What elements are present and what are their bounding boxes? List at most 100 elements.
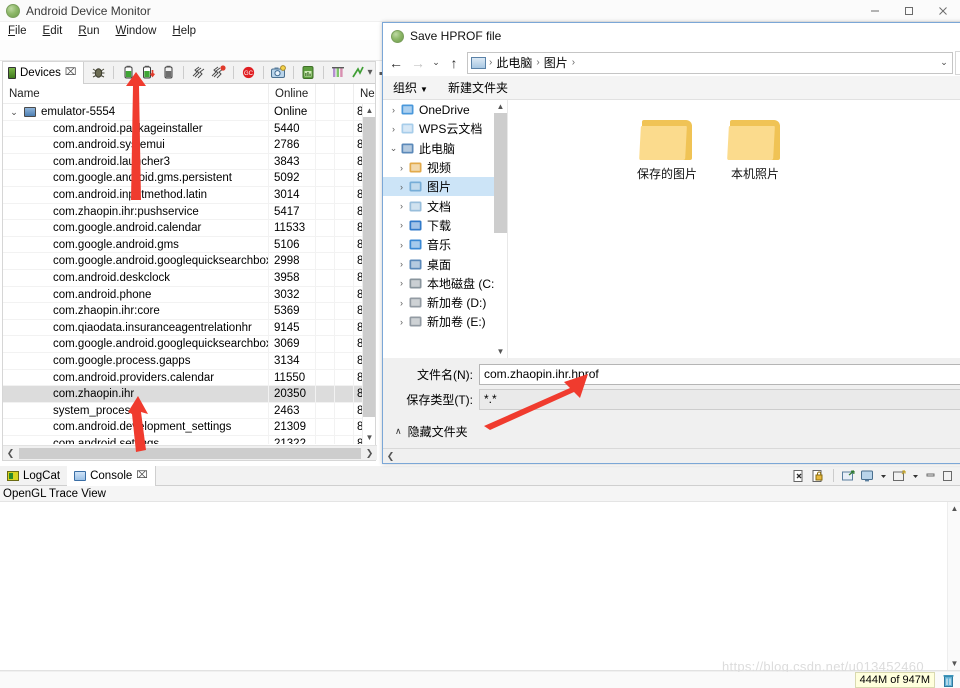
up-button[interactable]: ↑ (443, 52, 465, 74)
nav-tree-item-drive[interactable]: › 新加卷 (E:) (383, 312, 507, 331)
filename-input[interactable]: com.zhaopin.ihr.hprof (479, 364, 960, 385)
scrollbar-thumb[interactable] (494, 113, 507, 233)
nav-tree-item-wps-cloud[interactable]: › WPS云文档 (383, 119, 507, 138)
table-row[interactable]: com.android.inputmethod.latin301486( (3, 186, 375, 204)
folder-item[interactable]: 本机照片 (712, 118, 798, 182)
twisty-icon[interactable]: › (395, 220, 408, 230)
tree-view-icon[interactable] (350, 64, 367, 81)
chevron-down-icon[interactable]: ⌄ (936, 57, 952, 68)
heap-status[interactable]: 444M of 947M (854, 672, 935, 688)
scroll-up-icon[interactable]: ▲ (948, 502, 960, 515)
open-console-dropdown-icon[interactable] (911, 469, 920, 483)
dump-hprof-file-icon[interactable] (140, 64, 157, 81)
scrollbar-thumb[interactable] (363, 117, 375, 417)
column-header-online[interactable]: Online (268, 84, 315, 103)
update-heap-icon[interactable] (120, 64, 137, 81)
scroll-left-icon[interactable]: ❮ (383, 449, 398, 464)
stop-method-profiling-icon[interactable] (210, 64, 227, 81)
maximize-icon[interactable] (941, 469, 954, 483)
screen-capture-icon[interactable] (270, 64, 287, 81)
menu-edit[interactable]: Edit (35, 22, 71, 40)
table-row[interactable]: com.android.packageinstaller544086( (3, 120, 375, 138)
twisty-icon[interactable]: ⌄ (387, 143, 400, 154)
console-vertical-scrollbar[interactable]: ▲ ▼ (947, 502, 960, 670)
twisty-icon[interactable]: › (387, 124, 400, 134)
table-row[interactable]: com.google.android.gms.persistent509286( (3, 170, 375, 187)
nav-tree-item-desktop[interactable]: › 桌面 (383, 254, 507, 273)
display-dropdown-icon[interactable] (879, 469, 888, 483)
table-row[interactable]: com.android.phone303286· (3, 286, 375, 304)
table-row[interactable]: com.google.android.googlequicksearchbox:… (3, 253, 375, 270)
hide-folders-toggle[interactable]: ∧ 隐藏文件夹 (383, 416, 960, 442)
table-row[interactable]: com.android.development_settings2130986· (3, 419, 375, 436)
back-button[interactable]: ← (385, 52, 407, 74)
table-row[interactable]: com.zhaopin.ihr:pushservice541786( (3, 203, 375, 221)
display-selected-console-icon[interactable] (860, 469, 875, 483)
table-row[interactable]: com.google.android.gms510686( (3, 236, 375, 254)
file-list-pane[interactable]: 保存的图片 本机照片 (508, 100, 960, 358)
column-header-a[interactable] (315, 84, 334, 103)
open-console-icon[interactable] (892, 469, 907, 483)
chevron-down-icon[interactable]: ⌄ (9, 104, 19, 120)
minimize-icon[interactable] (924, 469, 937, 483)
dialog-horizontal-scrollbar[interactable]: ❮ ❯ (383, 448, 960, 463)
breadcrumb-this-pc[interactable]: 此电脑 (493, 54, 535, 71)
tab-logcat[interactable]: LogCat (0, 466, 67, 486)
table-row[interactable]: com.google.android.calendar1153386( (3, 220, 375, 237)
nav-tree-item-downloads[interactable]: › 下载 (383, 216, 507, 235)
minimize-button[interactable] (858, 0, 892, 22)
scroll-down-icon[interactable]: ▼ (363, 431, 375, 444)
table-row[interactable]: com.google.android.googlequicksearchbox:… (3, 336, 375, 353)
nav-tree-item-pictures[interactable]: › 图片 (383, 177, 507, 197)
table-row[interactable]: com.android.deskclock395886· (3, 269, 375, 287)
twisty-icon[interactable]: › (395, 240, 408, 250)
refresh-button[interactable]: ↻ (955, 50, 960, 75)
twisty-icon[interactable]: › (395, 259, 408, 269)
scroll-right-icon[interactable]: ❯ (362, 446, 377, 461)
table-row[interactable]: system_process246386· (3, 402, 375, 420)
organize-button[interactable]: 组织 ▼ (383, 79, 438, 96)
folder-item[interactable]: 保存的图片 (624, 118, 710, 182)
column-header-net[interactable]: Ne (353, 84, 375, 103)
system-information-icon[interactable] (300, 64, 317, 81)
stop-process-icon[interactable] (160, 64, 177, 81)
menu-run[interactable]: Run (70, 22, 107, 40)
twisty-icon[interactable]: › (387, 105, 400, 115)
twisty-icon[interactable]: › (395, 317, 408, 327)
close-button[interactable] (926, 0, 960, 22)
table-row[interactable]: com.android.launcher3384386( (3, 153, 375, 171)
twisty-icon[interactable]: › (395, 182, 408, 192)
table-row[interactable]: com.zhaopin.ihr2035086· (3, 386, 375, 403)
start-method-profiling-icon[interactable] (190, 64, 207, 81)
tab-console[interactable]: Console ⌧ (67, 465, 156, 486)
twisty-icon[interactable]: › (395, 163, 408, 173)
nav-tree-item-drive[interactable]: › 新加卷 (D:) (383, 293, 507, 312)
column-header-b[interactable] (334, 84, 353, 103)
console-output-area[interactable]: ▲ ▼ ❮ ❯ (0, 502, 960, 684)
network-statistics-icon[interactable] (330, 64, 347, 81)
devices-horizontal-scrollbar[interactable]: ❮ ❯ (3, 445, 377, 460)
nav-tree-item-onedrive[interactable]: › OneDrive (383, 100, 507, 119)
table-row[interactable]: com.android.settings2132286· (3, 435, 375, 444)
scroll-up-icon[interactable]: ▲ (363, 104, 375, 117)
column-header-name[interactable]: Name (3, 84, 268, 103)
menu-file[interactable]: File (0, 22, 35, 40)
clear-console-icon[interactable] (792, 469, 807, 483)
nav-tree-item-system-drive[interactable]: › 本地磁盘 (C:) (383, 274, 507, 293)
nav-tree-item-music[interactable]: › 音乐 (383, 235, 507, 254)
lock-scroll-icon[interactable] (811, 469, 826, 483)
table-row[interactable]: com.zhaopin.ihr:core536986· (3, 303, 375, 320)
twisty-icon[interactable]: › (395, 278, 408, 288)
scroll-up-icon[interactable]: ▲ (494, 100, 507, 113)
table-row[interactable]: com.android.systemui278686( (3, 137, 375, 154)
twisty-icon[interactable]: › (395, 201, 408, 211)
forward-button[interactable]: → (407, 52, 429, 74)
menu-window[interactable]: Window (107, 22, 164, 40)
recent-locations-button[interactable]: ⌄ (429, 52, 443, 74)
debug-bug-icon[interactable] (90, 64, 107, 81)
navpane-scrollbar[interactable]: ▲ ▼ (494, 100, 507, 358)
menu-help[interactable]: Help (164, 22, 204, 40)
tab-devices[interactable]: Devices ⌧ (3, 61, 85, 84)
scroll-down-icon[interactable]: ▼ (948, 657, 960, 670)
nav-tree-item-this-pc[interactable]: ⌄ 此电脑 (383, 139, 507, 158)
